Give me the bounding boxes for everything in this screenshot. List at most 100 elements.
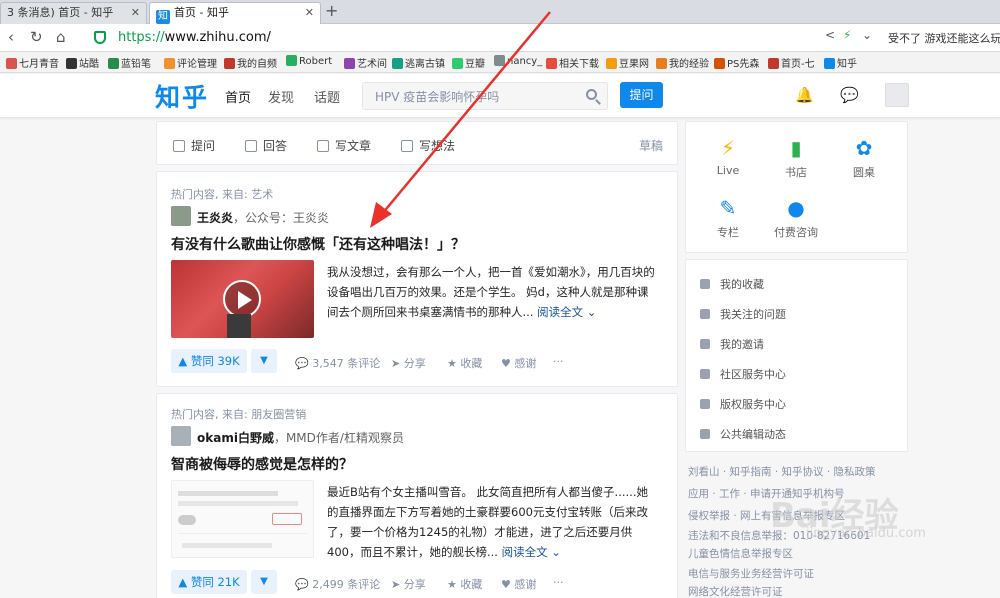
bookmark-item[interactable]: 相关下载 (546, 55, 599, 70)
sidebar-item-invitations[interactable]: 我的邀请 (700, 336, 764, 352)
nav-explore[interactable]: 发现 (268, 87, 294, 106)
write-answer-button[interactable]: 回答 (245, 137, 287, 154)
app-column[interactable]: 专栏 (698, 224, 758, 240)
app-bookstore[interactable]: 书店 (766, 164, 826, 180)
pen-icon (317, 140, 329, 152)
bookmark-item[interactable]: 蓝铅笔 (108, 55, 151, 70)
upvote-button[interactable]: ▲ 赞同 21K (171, 570, 247, 594)
feed-title[interactable]: 智商被侮辱的感觉是怎样的？ (171, 454, 353, 474)
thanks-button[interactable]: ♥ 感谢 (501, 355, 536, 371)
share-button[interactable]: ➤ 分享 (391, 355, 426, 371)
question-icon (700, 309, 710, 319)
search-input[interactable]: HPV 疫苗会影响怀孕吗 (362, 82, 608, 110)
write-thought-button[interactable]: 写想法 (401, 137, 455, 154)
bell-icon[interactable]: 🔔 (795, 86, 814, 104)
more-button[interactable]: ··· (553, 355, 564, 368)
roundtable-icon[interactable]: ✿ (834, 136, 894, 160)
write-article-button[interactable]: 写文章 (317, 137, 371, 154)
read-more-link[interactable]: 阅读全文 ⌄ (502, 545, 561, 559)
bookmark-item[interactable]: 豆瓣 (452, 55, 485, 70)
ask-button[interactable]: 提问 (620, 82, 663, 108)
bookmark-item[interactable]: nancy_ (494, 55, 542, 67)
home-icon[interactable]: ⌂ (56, 28, 66, 46)
bookmark-item[interactable]: 七月青音 (6, 55, 59, 70)
footer-line[interactable]: 刘看山 · 知乎指南 · 知乎协议 · 隐私政策 (688, 464, 876, 479)
play-icon[interactable] (223, 280, 261, 318)
write-ask-button[interactable]: 提问 (173, 137, 215, 154)
app-paid-consult[interactable]: 付费咨询 (766, 224, 826, 240)
bookmark-item[interactable]: 首页-七 (768, 55, 815, 70)
new-tab-button[interactable]: + (325, 1, 338, 20)
sidebar-apps: ⚡ Live ▮ 书店 ✿ 圆桌 ✎ 专栏 ● 付费咨询 (685, 121, 908, 253)
author-avatar[interactable] (171, 206, 191, 226)
close-tab-icon[interactable]: ✕ (305, 3, 314, 23)
sidebar-links: 我的收藏 我关注的问题 我的邀请 社区服务中心 版权服务中心 公共编辑动态 (685, 259, 908, 452)
lightning-icon[interactable]: ⚡ (843, 28, 851, 42)
upvote-button[interactable]: ▲ 赞同 39K (171, 349, 247, 373)
comment-button[interactable]: 💬 3,547 条评论 (295, 355, 380, 371)
sidebar-item-community-service[interactable]: 社区服务中心 (700, 366, 786, 382)
reload-icon[interactable]: ↻ (30, 28, 43, 46)
zhihu-logo[interactable]: 知乎 (155, 78, 209, 114)
bookmark-item[interactable]: 艺术间 (344, 55, 387, 70)
comment-button[interactable]: 💬 2,499 条评论 (295, 576, 380, 592)
nav-topics[interactable]: 话题 (314, 87, 340, 106)
chevron-down-icon[interactable]: ⌄ (862, 28, 872, 42)
paid-consult-icon[interactable]: ● (766, 196, 826, 220)
sidebar-item-followed-questions[interactable]: 我关注的问题 (700, 306, 786, 322)
bookmark-item[interactable]: 逃离古镇 (392, 55, 445, 70)
message-icon[interactable]: 💬 (840, 86, 859, 104)
bookmark-item[interactable]: 我的自频 (224, 55, 277, 70)
video-thumbnail[interactable] (171, 260, 314, 338)
feed-item: 热门内容, 来自: 朋友圈营销 okami白野威，MMD作者/杠精观察员 智商被… (156, 393, 678, 598)
pen-icon[interactable]: ✎ (698, 196, 758, 220)
thanks-button[interactable]: ♥ 感谢 (501, 576, 536, 592)
tab-zhihu-messages[interactable]: 3 条消息) 首页 - 知乎 ✕ (0, 2, 147, 24)
sidebar-item-public-edits[interactable]: 公共编辑动态 (700, 426, 786, 442)
sidebar-item-copyright-service[interactable]: 版权服务中心 (700, 396, 786, 412)
bookmark-item[interactable]: 知乎 (824, 55, 857, 70)
feed-title[interactable]: 有没有什么歌曲让你感慨「还有这种唱法！」？ (171, 234, 465, 254)
draft-link[interactable]: 草稿 (639, 137, 663, 154)
downvote-button[interactable]: ▼ (251, 349, 277, 373)
back-icon[interactable]: ‹ (8, 28, 14, 46)
tab-zhihu-home[interactable]: 知首页 - 知乎 ✕ (149, 2, 321, 24)
feed-excerpt: 我从没想过，会有那么一个人，把一首《爱如潮水》，用几百块的设备唱出几百万的效果。… (327, 265, 655, 319)
footer-line[interactable]: 网络文化经营许可证 (688, 584, 783, 598)
author-avatar[interactable] (171, 426, 191, 446)
sidebar-item-collections[interactable]: 我的收藏 (700, 276, 764, 292)
search-icon[interactable] (586, 89, 597, 100)
url-field[interactable]: https://www.zhihu.com/ (88, 27, 876, 49)
feed-source: 热门内容, 来自: 朋友圈营销 (171, 408, 307, 421)
bookmark-item[interactable]: Robert (286, 55, 332, 67)
downvote-button[interactable]: ▼ (251, 570, 277, 594)
question-icon (173, 140, 185, 152)
service-icon (700, 369, 710, 379)
hot-search-text[interactable]: 受不了 游戏还能这么玩 (888, 30, 1000, 46)
collect-button[interactable]: ★ 收藏 (447, 355, 482, 371)
collect-button[interactable]: ★ 收藏 (447, 576, 482, 592)
read-more-link[interactable]: 阅读全文 ⌄ (537, 305, 596, 319)
feed-excerpt: 最近B站有个女主播叫雪音。 此女简直把所有人都当傻子......她的直播界面左下… (327, 485, 648, 559)
bookmark-item[interactable]: 站酷 (66, 55, 99, 70)
footer-line[interactable]: 儿童色情信息举报专区 (688, 546, 793, 561)
bookmark-item[interactable]: 豆果网 (606, 55, 649, 70)
more-button[interactable]: ··· (553, 576, 564, 589)
footer-line[interactable]: 电信与服务业务经营许可证 (688, 566, 814, 581)
author-name[interactable]: 王炎炎 (197, 211, 233, 225)
baidu-watermark-sub: jingyan.baidu.com (806, 526, 926, 541)
nav-home[interactable]: 首页 (225, 87, 251, 106)
avatar[interactable] (885, 83, 909, 107)
close-tab-icon[interactable]: ✕ (131, 3, 140, 23)
book-icon[interactable]: ▮ (766, 136, 826, 160)
share-icon[interactable]: < (825, 28, 835, 42)
bookmark-item[interactable]: 评论管理 (164, 55, 217, 70)
share-button[interactable]: ➤ 分享 (391, 576, 426, 592)
bookmark-item[interactable]: PS先森 (714, 55, 759, 70)
app-roundtable[interactable]: 圆桌 (834, 164, 894, 180)
app-live[interactable]: Live (698, 164, 758, 177)
lightning-icon[interactable]: ⚡ (698, 136, 758, 160)
bookmark-item[interactable]: 我的经验 (656, 55, 709, 70)
author-name[interactable]: okami白野威 (197, 431, 274, 445)
article-thumbnail[interactable] (171, 480, 314, 558)
